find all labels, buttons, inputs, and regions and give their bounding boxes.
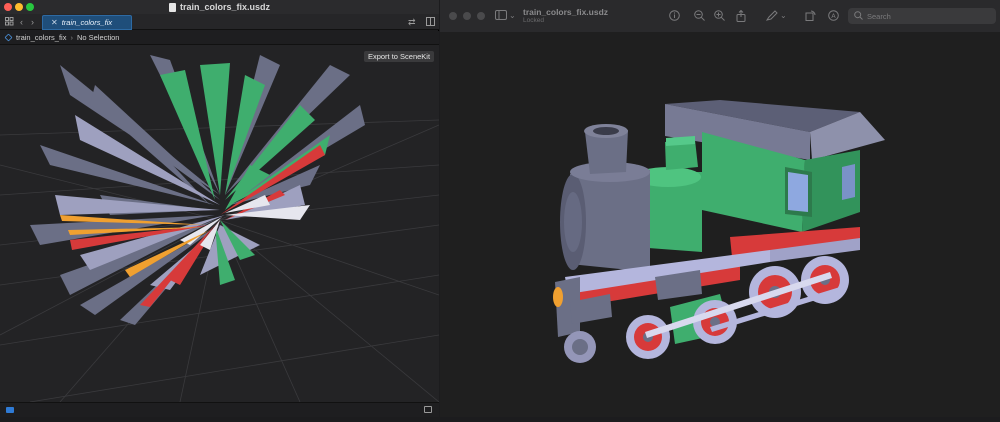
export-to-scenekit-button[interactable]: Export to SceneKit [364,51,434,62]
markup-icon[interactable] [765,10,778,25]
search-icon [854,7,863,25]
preview-window: ⌄ train_colors_fix.usdz Locked ⌄ A Searc… [440,0,1000,417]
minimize-button[interactable] [15,3,23,11]
annotate-icon[interactable]: A [828,10,839,25]
back-icon[interactable]: ‹ [20,17,23,27]
model-preview-canvas[interactable] [440,32,1000,417]
zoom-out-icon[interactable] [694,10,705,25]
share-icon[interactable] [736,9,746,26]
reality-composer-window: train_colors_fix.usdz ‹ › ✕ train_colors… [0,0,439,417]
chevron-icon: › [70,33,73,42]
split-icon[interactable] [426,17,435,28]
search-field[interactable]: Search [848,8,996,24]
preview-toolbar: ⌄ train_colors_fix.usdz Locked ⌄ A Searc… [440,0,1000,32]
close-button[interactable] [449,12,457,20]
status-bar [0,402,439,417]
rotate-icon[interactable] [805,10,816,25]
breadcrumb-file[interactable]: train_colors_fix [16,33,66,42]
cube-icon [4,33,13,42]
document-icon [168,2,176,12]
status-indicator-icon[interactable] [6,407,14,413]
tab-train-colors-fix[interactable]: ✕ train_colors_fix [42,15,132,30]
panel-toggle-icon[interactable] [424,406,432,413]
breadcrumb-selection[interactable]: No Selection [77,33,120,42]
markup-chevron-icon[interactable]: ⌄ [780,10,787,22]
document-status: Locked [523,17,544,24]
zoom-in-icon[interactable] [714,10,725,25]
close-button[interactable] [4,3,12,11]
window-title-text: train_colors_fix.usdz [179,2,271,12]
zoom-button[interactable] [26,3,34,11]
scene-render [0,55,439,402]
tab-label: train_colors_fix [61,18,113,27]
forward-icon[interactable]: › [31,17,34,27]
zoom-button[interactable] [477,12,485,20]
swap-icon[interactable]: ⇄ [408,17,416,27]
document-title: train_colors_fix.usdz [523,7,609,17]
window-controls [4,3,34,11]
window-title: train_colors_fix.usdz [168,2,271,12]
info-icon[interactable] [669,10,680,25]
sidebar-icon[interactable] [495,10,507,24]
chevron-down-icon[interactable]: ⌄ [509,10,516,22]
tab-close-icon[interactable]: ✕ [51,18,58,27]
minimize-button[interactable] [463,12,471,20]
scene-viewport[interactable]: Export to SceneKit [0,45,439,402]
title-bar: train_colors_fix.usdz [0,0,439,14]
tab-bar: ‹ › ✕ train_colors_fix ⇄ [0,14,439,30]
sidebar-grid-icon[interactable] [5,17,14,28]
train-model [553,100,885,363]
svg-text:A: A [831,12,836,20]
breadcrumb: train_colors_fix › No Selection [0,31,439,45]
window-controls [449,12,485,20]
search-placeholder: Search [867,11,891,21]
